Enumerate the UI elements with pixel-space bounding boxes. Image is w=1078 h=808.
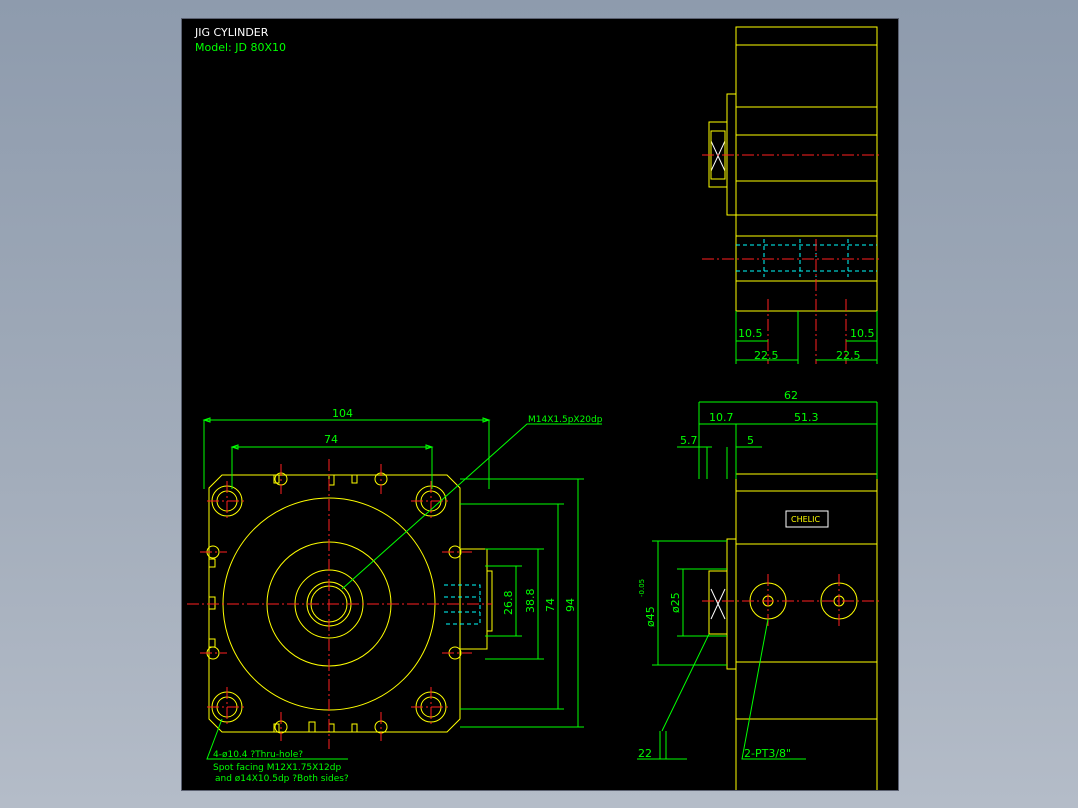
port-callout: 2-PT3/8" bbox=[744, 747, 791, 760]
dim-74-vertical: 74 bbox=[544, 598, 557, 612]
dim-22-5-right: 22.5 bbox=[836, 349, 861, 362]
dim-10-5-left: 10.5 bbox=[738, 327, 763, 340]
dim-94: 94 bbox=[564, 598, 577, 612]
dim-38-8: 38.8 bbox=[524, 589, 537, 614]
top-view: 10.5 10.5 22.5 22.5 bbox=[702, 26, 882, 364]
dim-rod-dia: ø25 bbox=[669, 592, 682, 613]
dim-10-5-right: 10.5 bbox=[850, 327, 875, 340]
thread-callout: M14X1.5pX20dp bbox=[528, 415, 603, 425]
dim-74-horizontal: 74 bbox=[324, 433, 338, 446]
drawing-sheet: JIG CYLINDER Model: JD 80X10 104 74 26.8… bbox=[181, 18, 899, 791]
dim-104: 104 bbox=[332, 407, 353, 420]
dim-51-3: 51.3 bbox=[794, 411, 819, 424]
dim-62: 62 bbox=[784, 389, 798, 402]
note-line-2: Spot facing M12X1.75X12dp bbox=[213, 763, 341, 773]
dim-5-7: 5.7 bbox=[680, 434, 698, 447]
drawing-title: JIG CYLINDER bbox=[194, 26, 269, 39]
port-leader bbox=[741, 618, 806, 760]
model-label: Model: JD 80X10 bbox=[195, 41, 286, 54]
brand-name: CHELIC bbox=[791, 515, 820, 524]
front-view: 104 74 26.8 38.8 74 94 M14X1.5pX20dp 4-ø… bbox=[187, 407, 603, 784]
port-boss bbox=[460, 548, 488, 650]
dim-bore-dia: ø45 bbox=[644, 606, 657, 627]
top-body-outline bbox=[735, 26, 878, 312]
dim-10-7: 10.7 bbox=[709, 411, 734, 424]
dim-22-5-left: 22.5 bbox=[754, 349, 779, 362]
dim-26-8: 26.8 bbox=[502, 591, 515, 616]
cad-drawing: JIG CYLINDER Model: JD 80X10 104 74 26.8… bbox=[187, 26, 882, 790]
thread-leader bbox=[341, 423, 602, 590]
dim-tolerance: -0.05 bbox=[638, 579, 646, 597]
note-line-1: 4-ø10.4 ?Thru-hole? bbox=[213, 750, 303, 760]
side-view: CHELIC 62 10.7 51.3 5.7 5 ø25 ø45 -0.05 … bbox=[637, 389, 882, 790]
dim-5: 5 bbox=[747, 434, 754, 447]
dim-22: 22 bbox=[638, 747, 652, 760]
note-line-3: and ø14X10.5dp ?Both sides? bbox=[215, 774, 349, 784]
